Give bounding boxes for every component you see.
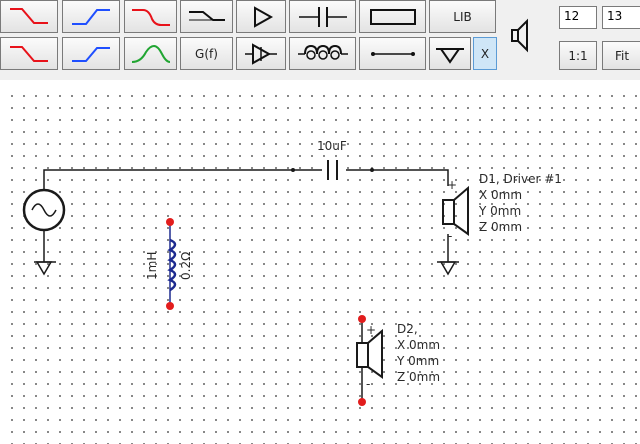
driver1-x-label: X 0mm — [479, 188, 522, 202]
buffer-amplifier-button[interactable] — [236, 37, 286, 70]
junction-dot — [291, 168, 295, 172]
highpass2-red-filter-button[interactable] — [0, 37, 58, 70]
schematic-drawing: 10uF 1mH 0.2Ω + - D1, Driver #1 X 0mm Y … — [22, 139, 562, 406]
field-b-input[interactable]: 13 — [602, 6, 640, 29]
amplifier-button[interactable] — [236, 0, 286, 33]
capacitor-component[interactable] — [322, 158, 346, 182]
highpass-red-icon — [10, 45, 48, 62]
transfer-function-button[interactable]: G(f) — [180, 37, 233, 70]
bandpass-green-filter-button[interactable] — [124, 37, 177, 70]
capacitor-button[interactable] — [289, 0, 356, 33]
inductor-value-label: 1mH — [145, 252, 159, 280]
inductor-icon — [297, 44, 348, 60]
driver2-minus: - — [366, 377, 370, 391]
inductor-button[interactable] — [289, 37, 356, 70]
lowpass-blue-icon — [72, 46, 110, 62]
delete-label: X — [480, 46, 490, 61]
driver1-minus: - — [448, 229, 452, 243]
driver1-name-label: D1, Driver #1 — [479, 172, 562, 186]
inductor-terminal-top[interactable] — [166, 218, 174, 226]
zoom-1to1-label: 1:1 — [568, 48, 588, 63]
ground-symbol — [437, 261, 459, 276]
lowpass-blue-filter-button[interactable] — [62, 0, 120, 33]
transfer-function-label: G(f) — [195, 46, 218, 61]
library-button[interactable]: LIB — [429, 0, 496, 33]
driver2-name-label: D2, — [397, 322, 418, 336]
driver1-plus: + — [447, 178, 457, 192]
driver2-terminal-top[interactable] — [358, 315, 366, 323]
amplifier-icon — [254, 5, 274, 28]
field-a-input[interactable]: 12 — [559, 6, 597, 29]
zoom-fit-button[interactable]: Fit — [602, 41, 640, 70]
speaker-icon — [511, 18, 528, 53]
junction-dot — [370, 168, 374, 172]
delete-button[interactable]: X — [473, 37, 497, 70]
schematic-canvas[interactable]: 10uF 1mH 0.2Ω + - D1, Driver #1 X 0mm Y … — [3, 85, 640, 444]
driver1-y-label: Y 0mm — [478, 204, 521, 218]
ground-icon — [436, 47, 464, 64]
signal-source[interactable] — [22, 188, 66, 262]
driver2-plus: + — [366, 323, 376, 337]
wire-icon — [370, 51, 415, 56]
zoom-fit-label: Fit — [614, 48, 630, 63]
toolbar: LIB G(f) X 12 13 1:1 Fit — [0, 0, 640, 80]
signal-wire[interactable] — [43, 169, 449, 197]
lowpass-blue-icon — [72, 8, 110, 25]
highpass-red-filter-button[interactable] — [0, 0, 58, 33]
notch-red-icon — [131, 8, 170, 26]
bandpass-green-icon — [131, 44, 170, 63]
driver2-z-label: Z 0mm — [397, 370, 440, 384]
capacitor-icon — [298, 6, 347, 27]
driver2-y-label: Y 0mm — [396, 354, 439, 368]
ground-button[interactable] — [429, 37, 471, 70]
lowpass2-blue-filter-button[interactable] — [62, 37, 120, 70]
resistor-button[interactable] — [359, 0, 426, 33]
library-label: LIB — [453, 9, 472, 24]
speaker-button[interactable] — [499, 0, 541, 70]
ground-symbol — [34, 261, 56, 276]
driver1-z-label: Z 0mm — [479, 220, 522, 234]
wire-button[interactable] — [359, 37, 426, 70]
inductor-terminal-bottom[interactable] — [166, 302, 174, 310]
zoom-1to1-button[interactable]: 1:1 — [559, 41, 597, 70]
resistor-icon — [369, 8, 416, 25]
shelf-filter-button[interactable] — [180, 0, 233, 33]
buffer-icon — [245, 42, 277, 65]
driver2-terminal-bottom[interactable] — [358, 398, 366, 406]
driver1-speaker[interactable] — [442, 185, 469, 262]
inductor-component[interactable] — [166, 218, 177, 310]
inductor-resistance-label: 0.2Ω — [179, 252, 193, 280]
driver2-x-label: X 0mm — [397, 338, 440, 352]
capacitor-label: 10uF — [317, 139, 347, 153]
bandstop-red-filter-button[interactable] — [124, 0, 177, 33]
shelf-black-icon — [188, 10, 225, 21]
highpass-red-icon — [10, 7, 48, 24]
